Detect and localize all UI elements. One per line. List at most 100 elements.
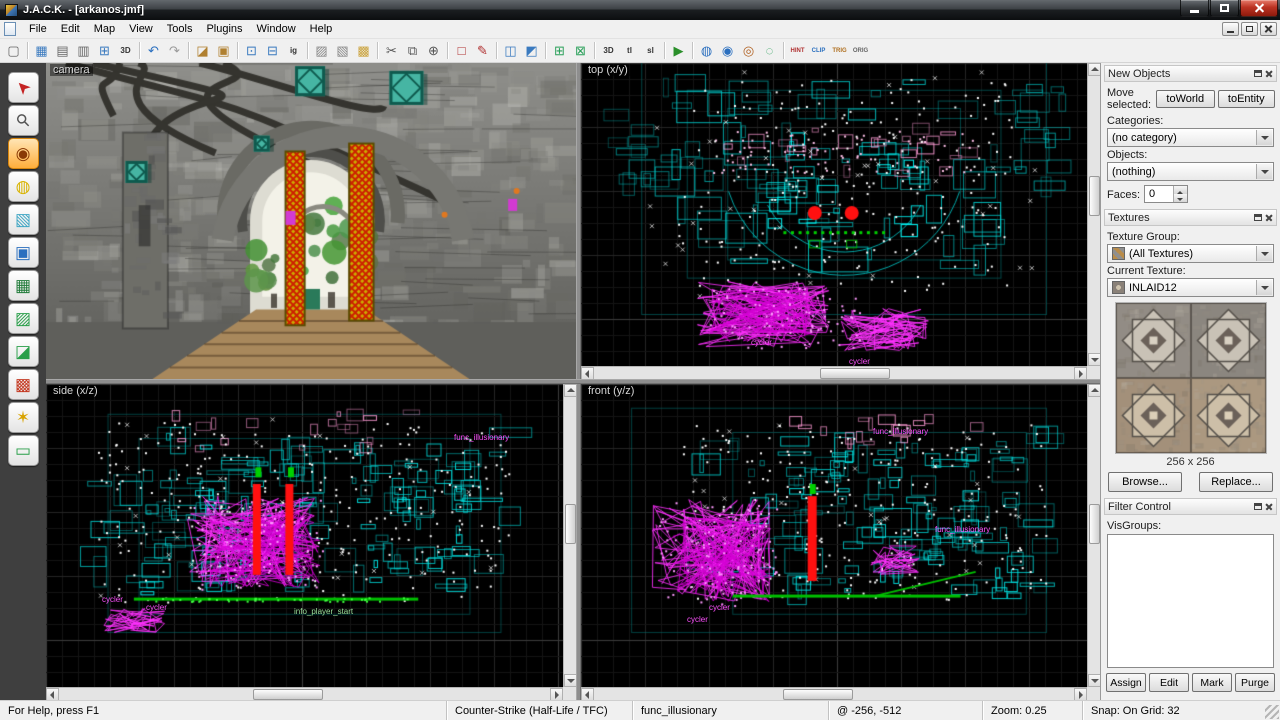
menu-map[interactable]: Map bbox=[87, 20, 122, 38]
resize-grip[interactable] bbox=[1265, 705, 1279, 719]
scroll-left-icon[interactable] bbox=[46, 688, 59, 700]
spin-down-icon[interactable] bbox=[1173, 194, 1187, 202]
float-pane-icon[interactable] bbox=[1254, 503, 1262, 510]
hscroll-thumb[interactable] bbox=[820, 368, 890, 379]
menu-window[interactable]: Window bbox=[250, 20, 303, 38]
selection-tool[interactable]: ➤ bbox=[8, 72, 39, 103]
current-texture-dropdown[interactable]: INLAID12 bbox=[1107, 278, 1274, 297]
toolbar-render-sprites-button[interactable]: ◌ bbox=[759, 40, 780, 61]
texture-preview[interactable] bbox=[1115, 302, 1267, 454]
float-pane-icon[interactable] bbox=[1254, 214, 1262, 221]
mark-button[interactable]: Mark bbox=[1192, 673, 1232, 692]
new-objects-header[interactable]: New Objects bbox=[1104, 65, 1277, 82]
textures-header[interactable]: Textures bbox=[1104, 209, 1277, 226]
toolbar-show-hidden-button[interactable]: ▩ bbox=[353, 40, 374, 61]
visgroups-list[interactable] bbox=[1107, 534, 1274, 668]
toolbar-make-hollow-button[interactable]: ▣ bbox=[213, 40, 234, 61]
toolbar-grid-larger-button[interactable]: ▥ bbox=[73, 40, 94, 61]
toolbar-autosize-views-button[interactable]: ⊞ bbox=[549, 40, 570, 61]
menu-edit[interactable]: Edit bbox=[54, 20, 87, 38]
front-view-hscrollbar[interactable] bbox=[581, 687, 1087, 700]
side-view-hscrollbar[interactable] bbox=[46, 687, 563, 700]
clipping-tool[interactable]: ◪ bbox=[8, 336, 39, 367]
toolbar-edit-cordon-button[interactable]: ✎ bbox=[472, 40, 493, 61]
chevron-down-icon[interactable] bbox=[1256, 280, 1272, 295]
viewport-label-front[interactable]: front (y/z) bbox=[585, 385, 637, 397]
toolbar-ignore-groups-button[interactable]: ig bbox=[283, 40, 304, 61]
front-2d-canvas[interactable] bbox=[581, 384, 1087, 687]
mdi-close-button[interactable] bbox=[1260, 22, 1277, 36]
toolbar-select-touching-button[interactable]: ◫ bbox=[500, 40, 521, 61]
texture-group-dropdown[interactable]: (All Textures) bbox=[1107, 244, 1274, 263]
titlebar[interactable]: J.A.C.K. - [arkanos.jmf] bbox=[0, 0, 1280, 20]
menu-file[interactable]: File bbox=[22, 20, 54, 38]
scroll-right-icon[interactable] bbox=[1074, 367, 1087, 379]
toolbar-select-containing-button[interactable]: ◩ bbox=[521, 40, 542, 61]
menu-view[interactable]: View bbox=[122, 20, 160, 38]
toolbar-camera-look-button[interactable]: ◉ bbox=[717, 40, 738, 61]
toolbar-vis-origin-button[interactable]: ORIG bbox=[850, 40, 871, 61]
toolbar-maximize-view-button[interactable]: ⊠ bbox=[570, 40, 591, 61]
scroll-right-icon[interactable] bbox=[1074, 688, 1087, 700]
side-view-vscrollbar[interactable] bbox=[563, 384, 576, 687]
toolbar-cordon-button[interactable]: □ bbox=[451, 40, 472, 61]
mdi-minimize-button[interactable] bbox=[1222, 22, 1239, 36]
camera-3d-canvas[interactable] bbox=[46, 63, 576, 379]
edit-button[interactable]: Edit bbox=[1149, 673, 1189, 692]
toolbar-redo-button[interactable]: ↷ bbox=[164, 40, 185, 61]
apply-current-texture-tool[interactable]: ▦ bbox=[8, 270, 39, 301]
scroll-down-icon[interactable] bbox=[564, 674, 576, 687]
viewport-label-side[interactable]: side (x/z) bbox=[50, 385, 101, 397]
top-view-vscrollbar[interactable] bbox=[1087, 63, 1100, 366]
faces-spinner[interactable]: 0 bbox=[1144, 185, 1188, 203]
scroll-up-icon[interactable] bbox=[1088, 63, 1100, 76]
viewport-label-camera[interactable]: camera bbox=[50, 64, 93, 76]
menu-help[interactable]: Help bbox=[303, 20, 340, 38]
top-view-hscrollbar[interactable] bbox=[581, 366, 1087, 379]
scroll-right-icon[interactable] bbox=[550, 688, 563, 700]
magnify-tool[interactable]: ⚲ bbox=[8, 105, 39, 136]
top-2d-canvas[interactable] bbox=[581, 63, 1087, 366]
viewport-label-top[interactable]: top (x/y) bbox=[585, 64, 631, 76]
toolbar-vis-hint-button[interactable]: HINT bbox=[787, 40, 808, 61]
browse-button[interactable]: Browse... bbox=[1108, 472, 1182, 492]
chevron-down-icon[interactable] bbox=[1256, 246, 1272, 261]
maximize-button[interactable] bbox=[1210, 0, 1239, 17]
front-viewport[interactable]: func_illusionaryfunc_illusionarycyclercy… bbox=[581, 384, 1100, 700]
to-entity-button[interactable]: toEntity bbox=[1218, 90, 1276, 108]
map-document-icon[interactable] bbox=[4, 22, 16, 36]
scroll-up-icon[interactable] bbox=[564, 384, 576, 397]
vscroll-thumb[interactable] bbox=[565, 504, 576, 544]
categories-dropdown[interactable]: (no category) bbox=[1107, 128, 1274, 147]
camera-viewport[interactable]: camera bbox=[46, 63, 576, 379]
path-tool[interactable]: ✶ bbox=[8, 402, 39, 433]
vscroll-thumb[interactable] bbox=[1089, 176, 1100, 216]
scroll-left-icon[interactable] bbox=[581, 367, 594, 379]
scroll-left-icon[interactable] bbox=[581, 688, 594, 700]
objects-dropdown[interactable]: (nothing) bbox=[1107, 162, 1274, 181]
scroll-down-icon[interactable] bbox=[1088, 674, 1100, 687]
toolbar-group-button[interactable]: ⊡ bbox=[241, 40, 262, 61]
toolbar-texture-lock-button[interactable]: tl bbox=[619, 40, 640, 61]
toolbar-carve-button[interactable]: ◪ bbox=[192, 40, 213, 61]
toolbar-vis-clip-button[interactable]: CLIP bbox=[808, 40, 829, 61]
toolbar-copy-button[interactable]: ⧉ bbox=[402, 40, 423, 61]
toolbar-sprite-lock-button[interactable]: sl bbox=[640, 40, 661, 61]
side-2d-canvas[interactable] bbox=[46, 384, 563, 687]
spin-up-icon[interactable] bbox=[1173, 186, 1187, 194]
assign-button[interactable]: Assign bbox=[1106, 673, 1146, 692]
toolbar-cut-button[interactable]: ✂ bbox=[381, 40, 402, 61]
toolbar-hide-selected-button[interactable]: ▨ bbox=[311, 40, 332, 61]
displacement-tool[interactable]: ▭ bbox=[8, 435, 39, 466]
toolbar-new-map-button[interactable]: ▢ bbox=[3, 40, 24, 61]
toolbar-vis-trigger-button[interactable]: TRIG bbox=[829, 40, 850, 61]
toolbar-toggle-3d-grid-button[interactable]: 3D bbox=[115, 40, 136, 61]
filter-control-header[interactable]: Filter Control bbox=[1104, 498, 1277, 515]
camera-tool[interactable]: ◉ bbox=[8, 138, 39, 169]
toolbar-ungroup-button[interactable]: ⊟ bbox=[262, 40, 283, 61]
apply-decals-tool[interactable]: ▨ bbox=[8, 303, 39, 334]
toolbar-snap-to-grid-button[interactable]: ⊞ bbox=[94, 40, 115, 61]
toolbar-grid-smaller-button[interactable]: ▤ bbox=[52, 40, 73, 61]
menu-tools[interactable]: Tools bbox=[160, 20, 200, 38]
close-pane-icon[interactable] bbox=[1265, 503, 1273, 511]
